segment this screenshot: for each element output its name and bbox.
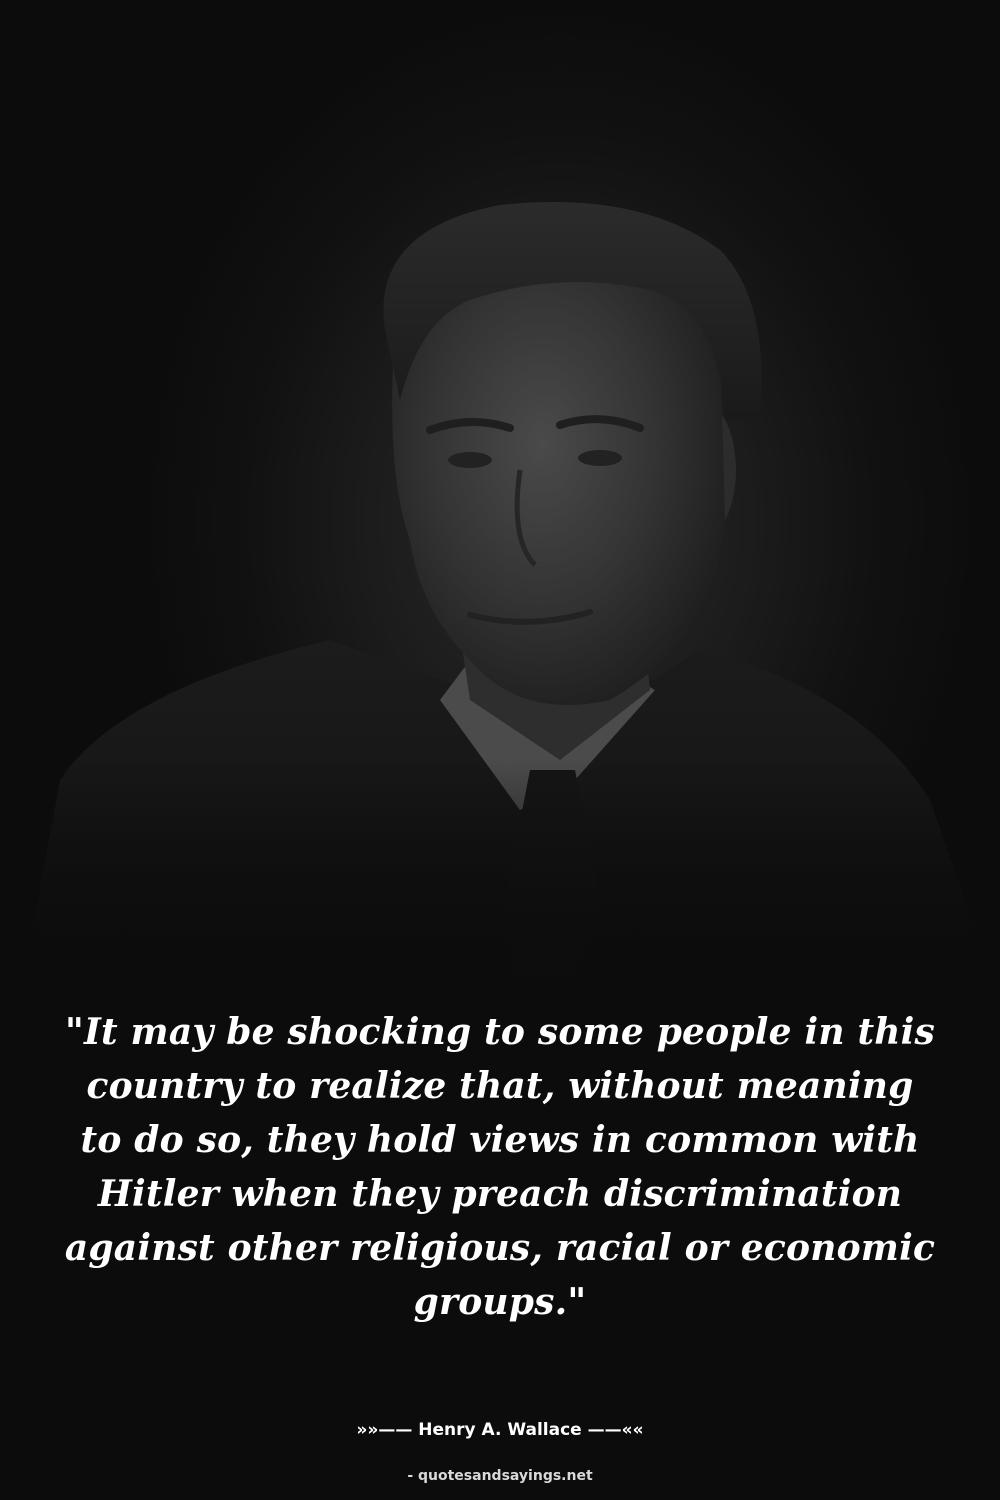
author-line: »»—— Henry A. Wallace ——«« xyxy=(356,1420,644,1440)
photo-fade xyxy=(0,760,1000,1020)
source-credit: - quotesandsayings.net xyxy=(407,1468,593,1484)
quote-text: "It may be shocking to some people in th… xyxy=(64,1011,936,1323)
portrait-photo xyxy=(0,0,1000,1020)
quote-poster: "It may be shocking to some people in th… xyxy=(0,0,1000,1500)
